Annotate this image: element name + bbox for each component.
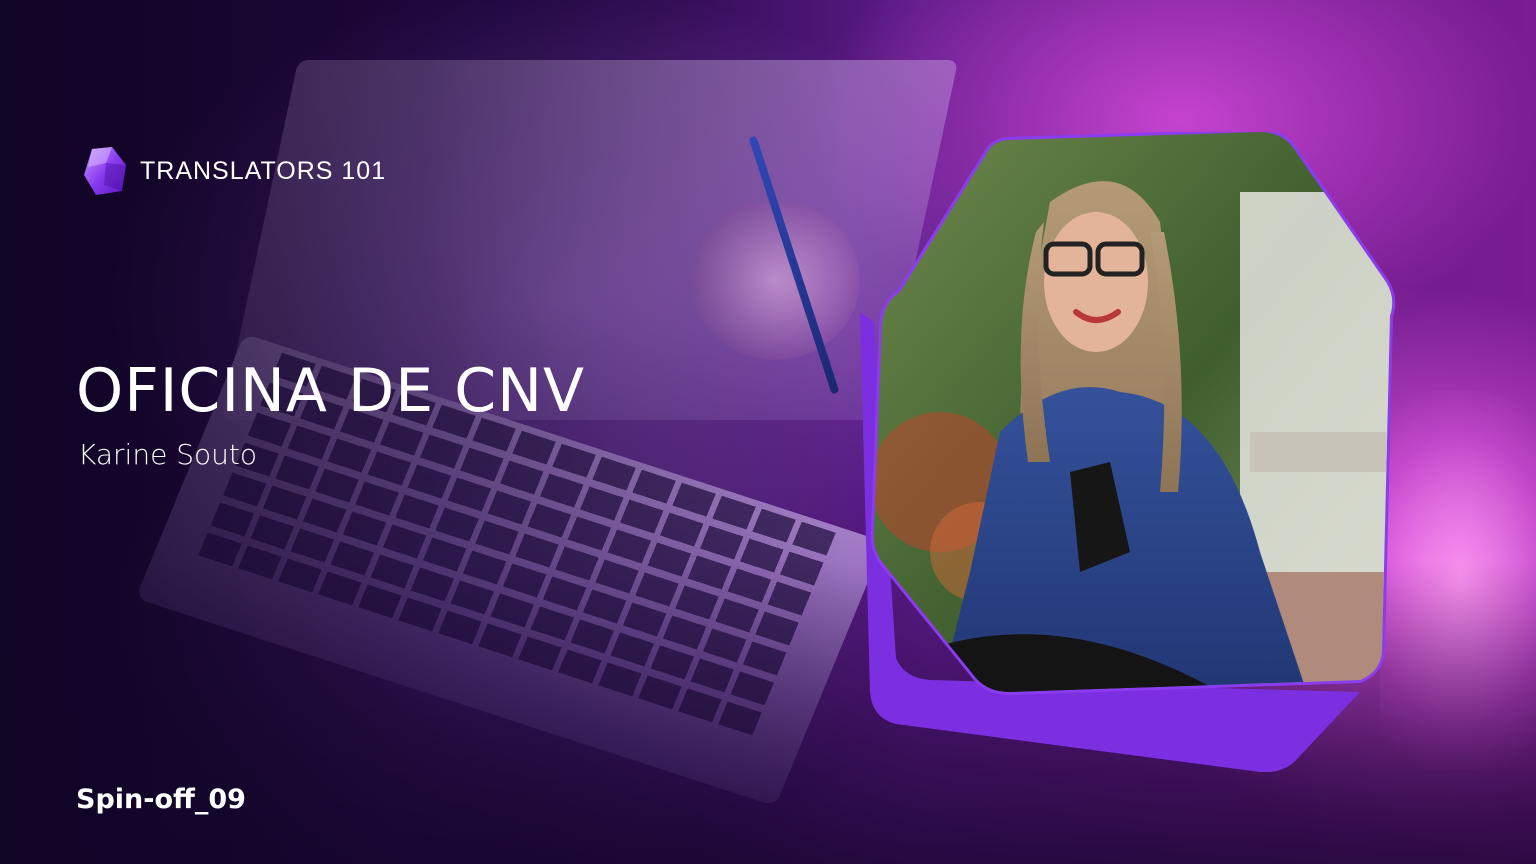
hexagon-gem-icon [84,147,126,195]
speaker-photo-frame [860,132,1400,772]
slide-title: OFICINA DE CNV [76,356,586,426]
speaker-portrait [860,132,1396,772]
brand-name: TRANSLATORS 101 [140,156,387,185]
episode-label: Spin-off_09 [76,784,246,815]
speaker-name: Karine Souto [78,438,257,471]
brand-logo: TRANSLATORS 101 [82,145,386,197]
